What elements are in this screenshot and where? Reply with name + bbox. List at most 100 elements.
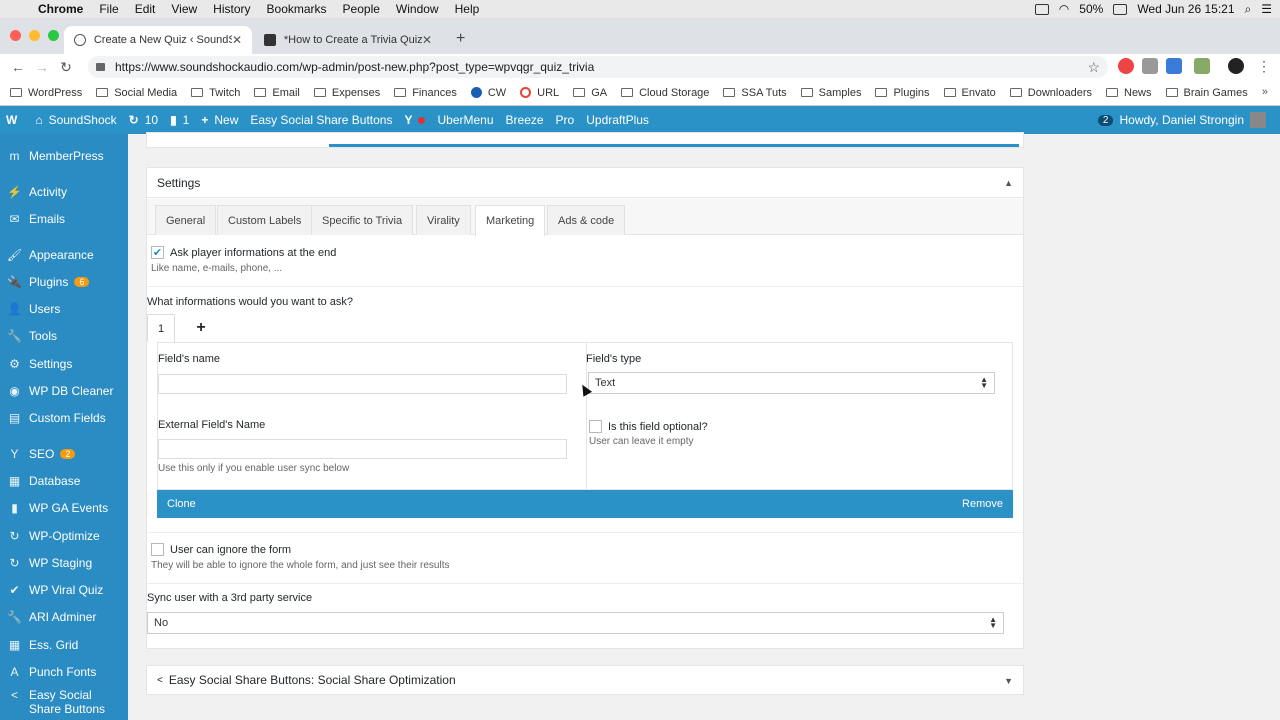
- reload-icon[interactable]: ↻: [54, 59, 78, 76]
- address-bar[interactable]: https://www.soundshockaudio.com/wp-admin…: [88, 56, 1108, 78]
- sidebar-item-plugins[interactable]: 🔌 Plugins 6: [0, 270, 128, 294]
- site-name-link[interactable]: ⌂ SoundShock: [29, 113, 122, 127]
- sidebar-item-wp-db-cleaner[interactable]: ◉ WP DB Cleaner: [0, 379, 128, 403]
- essb-panel-header[interactable]: < Easy Social Share Buttons: Social Shar…: [146, 665, 1024, 695]
- tab-ads-and-code[interactable]: Ads & code: [547, 205, 626, 235]
- account-menu[interactable]: 2 Howdy, Daniel Strongin: [1092, 106, 1272, 134]
- field-type-select[interactable]: Text ▲ ▼: [588, 372, 995, 394]
- bookmark-ssa-tuts[interactable]: SSA Tuts: [723, 87, 787, 99]
- remove-button[interactable]: Remove: [962, 498, 1003, 510]
- menu-window[interactable]: Window: [388, 2, 447, 16]
- sidebar-item-users[interactable]: 👤 Users: [0, 297, 128, 321]
- tab-general[interactable]: General: [155, 205, 217, 235]
- menu-list-icon[interactable]: ☰: [1261, 2, 1272, 16]
- optional-row[interactable]: Is this field optional?: [589, 420, 708, 433]
- collapse-arrow-icon[interactable]: ▲: [1004, 178, 1013, 188]
- bookmark-star-icon[interactable]: ☆: [1087, 59, 1100, 76]
- updraftplus-link[interactable]: UpdraftPlus: [580, 113, 655, 127]
- sync-select[interactable]: No ▲ ▼: [147, 612, 1004, 634]
- sidebar-item-emails[interactable]: ✉ Emails: [0, 207, 128, 231]
- bookmark-samples[interactable]: Samples: [800, 87, 861, 99]
- screen-record-icon[interactable]: [1034, 3, 1049, 15]
- sidebar-item-ari-adminer[interactable]: 🔧 ARI Adminer: [0, 605, 128, 629]
- new-content-link[interactable]: + New: [195, 113, 244, 127]
- more-bookmarks-icon[interactable]: »: [1262, 86, 1268, 98]
- bookmark-twitch[interactable]: Twitch: [191, 87, 240, 99]
- sidebar-item-punch-fonts[interactable]: A Punch Fonts: [0, 660, 128, 684]
- menu-edit[interactable]: Edit: [127, 2, 164, 16]
- bookmark-news[interactable]: News: [1106, 87, 1152, 99]
- back-arrow-icon[interactable]: ←: [6, 59, 30, 75]
- ignore-form-row[interactable]: User can ignore the form: [151, 543, 291, 556]
- bookmark-cw[interactable]: CW: [470, 87, 506, 99]
- battery-percent[interactable]: 50%: [1079, 2, 1103, 16]
- menu-view[interactable]: View: [163, 2, 205, 16]
- bookmark-plugins[interactable]: Plugins: [875, 87, 930, 99]
- menu-bookmarks[interactable]: Bookmarks: [259, 2, 335, 16]
- updates-link[interactable]: ↻ 10: [123, 113, 164, 127]
- essb-link[interactable]: Easy Social Share Buttons: [244, 113, 398, 127]
- close-tab-icon[interactable]: ✕: [232, 33, 242, 47]
- ubermenu-link[interactable]: UberMenu: [431, 113, 499, 127]
- sidebar-item-database[interactable]: ▦ Database: [0, 469, 128, 493]
- bookmark-envato[interactable]: Envato: [943, 87, 996, 99]
- field-name-input[interactable]: [158, 374, 567, 394]
- sidebar-item-ess-grid[interactable]: ▦ Ess. Grid: [0, 633, 128, 657]
- menu-history[interactable]: History: [205, 2, 258, 16]
- menu-people[interactable]: People: [335, 2, 388, 16]
- menu-help[interactable]: Help: [447, 2, 488, 16]
- bookmark-url[interactable]: URL: [520, 87, 559, 99]
- url-text[interactable]: https://www.soundshockaudio.com/wp-admin…: [115, 60, 594, 74]
- bookmark-finances[interactable]: Finances: [394, 87, 457, 99]
- tab-virality[interactable]: Virality: [416, 205, 471, 235]
- comments-link[interactable]: ▮ 1: [164, 113, 195, 127]
- external-field-input[interactable]: [158, 439, 567, 459]
- settings-panel-header[interactable]: Settings ▲: [147, 168, 1023, 198]
- close-window-button[interactable]: [10, 30, 21, 41]
- tab-marketing[interactable]: Marketing: [475, 205, 546, 236]
- pro-link[interactable]: Pro: [550, 113, 581, 127]
- wifi-icon[interactable]: ◠: [1059, 2, 1069, 16]
- sidebar-item-wp-viral-quiz[interactable]: ✔ WP Viral Quiz: [0, 578, 128, 602]
- bookmark-social-media[interactable]: Social Media: [96, 87, 177, 99]
- bookmark-wordpress[interactable]: WordPress: [10, 87, 82, 99]
- ask-player-checkbox[interactable]: ✔: [151, 246, 164, 259]
- extension-icon[interactable]: [1194, 58, 1210, 74]
- menu-app[interactable]: Chrome: [30, 2, 91, 16]
- field-tab-1[interactable]: 1: [147, 314, 175, 342]
- bookmark-ga[interactable]: GA: [573, 87, 607, 99]
- search-icon[interactable]: ⌕: [1245, 2, 1252, 17]
- extension-icon[interactable]: [1166, 58, 1182, 74]
- extension-icon[interactable]: [1142, 58, 1158, 74]
- yoast-icon[interactable]: Y: [398, 113, 431, 127]
- ask-player-row[interactable]: ✔ Ask player informations at the end: [151, 246, 336, 259]
- sidebar-item-settings[interactable]: ⚙ Settings: [0, 352, 128, 376]
- forward-arrow-icon[interactable]: →: [30, 59, 54, 75]
- sidebar-item-seo[interactable]: Y SEO 2: [0, 442, 128, 466]
- extension-icon[interactable]: [1118, 58, 1134, 74]
- menu-file[interactable]: File: [91, 2, 126, 16]
- sidebar-item-memberpress[interactable]: m MemberPress: [0, 144, 128, 168]
- tab-specific-to-trivia[interactable]: Specific to Trivia: [311, 205, 414, 235]
- bookmark-brain-games[interactable]: Brain Games: [1165, 87, 1248, 99]
- new-tab-button[interactable]: +: [456, 30, 465, 48]
- tab-custom-labels[interactable]: Custom Labels: [217, 205, 313, 235]
- ignore-form-checkbox[interactable]: [151, 543, 164, 556]
- bookmark-cloud-storage[interactable]: Cloud Storage: [621, 87, 709, 99]
- sidebar-item-wp-staging[interactable]: ↻ WP Staging: [0, 551, 128, 575]
- sidebar-item-wp-optimize[interactable]: ↻ WP-Optimize: [0, 524, 128, 548]
- clock[interactable]: Wed Jun 26 15:21: [1137, 2, 1234, 16]
- zoom-window-button[interactable]: [48, 30, 59, 41]
- notification-badge[interactable]: 2: [1097, 114, 1114, 126]
- sidebar-item-easy-social-share-buttons[interactable]: < Easy Social Share Buttons: [0, 688, 128, 720]
- expand-arrow-icon[interactable]: ▼: [1004, 676, 1013, 686]
- sidebar-item-activity[interactable]: ⚡ Activity: [0, 180, 128, 204]
- battery-icon[interactable]: [1113, 3, 1128, 15]
- bookmark-email[interactable]: Email: [254, 87, 300, 99]
- browser-tab[interactable]: *How to Create a Trivia Quiz w ✕: [254, 26, 442, 54]
- optional-checkbox[interactable]: [589, 420, 602, 433]
- chrome-menu-icon[interactable]: ⋮: [1252, 58, 1276, 75]
- wordpress-logo-icon[interactable]: W: [0, 113, 29, 127]
- breeze-link[interactable]: Breeze: [500, 113, 550, 127]
- sidebar-item-tools[interactable]: 🔧 Tools: [0, 324, 128, 348]
